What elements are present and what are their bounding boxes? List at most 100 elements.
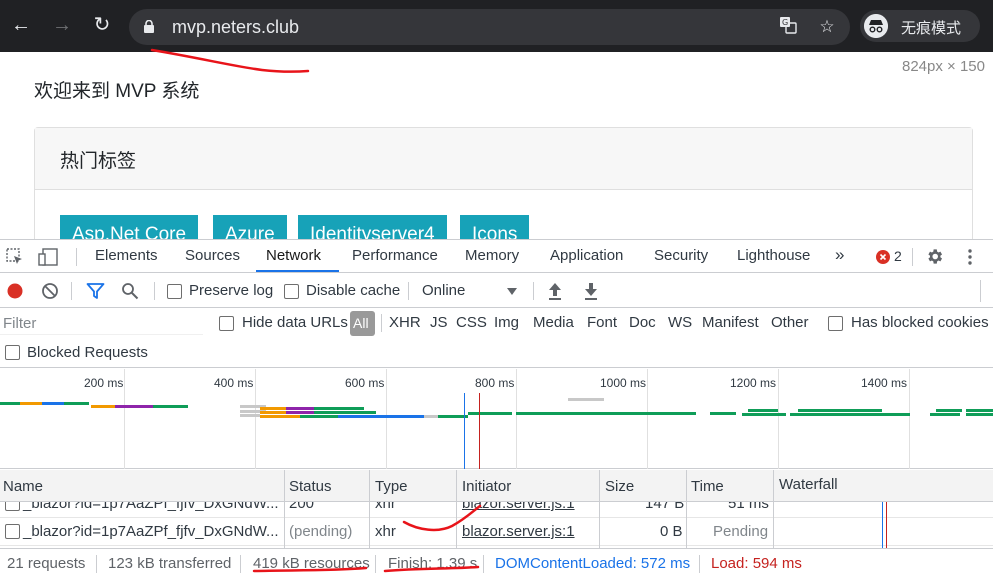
address-bar[interactable]: mvp.neters.club G ☆ <box>129 9 850 45</box>
row-checkbox <box>5 524 20 539</box>
has-blocked-cookies-label: Has blocked cookies <box>851 314 989 331</box>
filter-xhr[interactable]: XHR <box>389 314 421 331</box>
filter-input[interactable]: Filter <box>3 315 36 332</box>
tab-sources[interactable]: Sources <box>185 247 240 264</box>
tab-memory[interactable]: Memory <box>465 247 519 264</box>
tick-label: 400 ms <box>214 376 254 390</box>
request-size: 147 B <box>645 502 685 512</box>
grid-line <box>647 369 648 469</box>
card-header: 热门标签 <box>35 128 972 190</box>
bookmark-star-icon[interactable]: ☆ <box>816 16 838 38</box>
filter-all-button[interactable]: All <box>350 311 375 336</box>
search-icon[interactable] <box>121 282 139 300</box>
forward-icon[interactable]: → <box>49 12 75 38</box>
column-divider[interactable] <box>686 470 687 550</box>
more-tabs-icon[interactable]: » <box>835 245 844 265</box>
waterfall-dcl-line <box>882 502 883 548</box>
hide-data-urls-checkbox[interactable] <box>219 316 234 331</box>
filter-input-box[interactable]: Filter <box>0 311 203 335</box>
table-row[interactable]: _blazor?id=1p7AaZPf_fjfv_DxGNdW... (pend… <box>0 518 993 546</box>
tab-performance[interactable]: Performance <box>352 247 438 264</box>
column-waterfall[interactable]: Waterfall <box>779 476 838 493</box>
request-bar <box>42 402 64 405</box>
request-name[interactable]: _blazor?id=1p7AaZPf_fjfv_DxGNdW... <box>23 502 279 512</box>
column-status[interactable]: Status <box>289 478 332 495</box>
tag-button[interactable]: Azure <box>213 215 287 240</box>
blocked-requests-checkbox[interactable] <box>5 345 20 360</box>
tab-network[interactable]: Network <box>266 247 321 264</box>
requests-table-header: Name Status Type Initiator Size Time Wat… <box>0 470 993 502</box>
filter-ws[interactable]: WS <box>668 314 692 331</box>
request-initiator-link[interactable]: blazor.server.js:1 <box>462 523 575 540</box>
dom-content-loaded-marker <box>464 393 465 469</box>
column-type[interactable]: Type <box>375 478 408 495</box>
network-overview-timeline[interactable]: 200 ms 400 ms 600 ms 800 ms 1000 ms 1200… <box>0 369 993 469</box>
request-bar <box>153 405 188 408</box>
column-divider[interactable] <box>456 470 457 550</box>
filter-doc[interactable]: Doc <box>629 314 656 331</box>
dropdown-caret-icon[interactable] <box>507 288 517 295</box>
import-har-icon[interactable] <box>547 281 563 301</box>
url-text[interactable]: mvp.neters.club <box>172 17 299 38</box>
column-time[interactable]: Time <box>691 478 724 495</box>
tag-button[interactable]: Icons <box>460 215 530 240</box>
page-viewport: 824px × 150 欢迎来到 MVP 系统 热门标签 Asp.Net Cor… <box>0 52 993 240</box>
table-row[interactable]: _blazor?id=1p7AaZPf_fjfv_DxGNdW... 200 x… <box>0 502 993 518</box>
disable-cache-checkbox[interactable] <box>284 284 299 299</box>
filter-css[interactable]: CSS <box>456 314 487 331</box>
settings-gear-icon[interactable] <box>925 247 944 266</box>
request-bar <box>748 409 778 412</box>
has-blocked-cookies-checkbox[interactable] <box>828 316 843 331</box>
tick-label: 1200 ms <box>730 376 777 390</box>
tab-security[interactable]: Security <box>654 247 708 264</box>
clear-icon[interactable] <box>41 282 59 300</box>
back-icon[interactable]: ← <box>8 12 34 38</box>
filter-manifest[interactable]: Manifest <box>702 314 759 331</box>
column-size[interactable]: Size <box>605 478 634 495</box>
filter-js[interactable]: JS <box>430 314 448 331</box>
filter-font[interactable]: Font <box>587 314 617 331</box>
request-bar <box>260 415 300 418</box>
request-bar <box>338 415 424 418</box>
translate-icon[interactable]: G <box>777 16 799 38</box>
column-divider[interactable] <box>599 470 600 550</box>
export-har-icon[interactable] <box>583 281 599 301</box>
tab-elements[interactable]: Elements <box>95 247 158 264</box>
error-icon[interactable] <box>876 250 890 264</box>
finish-time: Finish: 1.39 s <box>388 555 478 572</box>
preserve-log-checkbox[interactable] <box>167 284 182 299</box>
tag-button[interactable]: Identityserver4 <box>298 215 447 240</box>
device-toggle-icon[interactable] <box>38 248 58 266</box>
error-count[interactable]: 2 <box>894 248 902 264</box>
request-initiator-link[interactable]: blazor.server.js:1 <box>462 502 575 512</box>
incognito-indicator[interactable]: 无痕模式 <box>860 10 980 42</box>
filter-img[interactable]: Img <box>494 314 519 331</box>
kebab-menu-icon[interactable] <box>963 248 977 266</box>
tab-lighthouse[interactable]: Lighthouse <box>737 247 810 264</box>
request-name[interactable]: _blazor?id=1p7AaZPf_fjfv_DxGNdW... <box>23 523 279 540</box>
column-divider[interactable] <box>773 470 774 550</box>
devtools-tabs: Elements Sources Network Performance Mem… <box>0 240 993 273</box>
tag-button[interactable]: Asp.Net Core <box>60 215 199 240</box>
grid-line <box>516 369 517 469</box>
welcome-heading: 欢迎来到 MVP 系统 <box>34 81 200 102</box>
column-divider[interactable] <box>369 470 370 550</box>
load-time: Load: 594 ms <box>711 555 802 572</box>
inspect-element-icon[interactable] <box>6 248 24 266</box>
column-initiator[interactable]: Initiator <box>462 478 511 495</box>
record-icon[interactable] <box>6 282 24 300</box>
throttling-select[interactable]: Online <box>422 282 465 299</box>
request-time: Pending <box>713 523 769 540</box>
filter-funnel-icon[interactable] <box>86 282 105 300</box>
blocked-requests-row: Blocked Requests <box>0 338 993 368</box>
requests-table-body: _blazor?id=1p7AaZPf_fjfv_DxGNdW... 200 x… <box>0 502 993 548</box>
filter-media[interactable]: Media <box>533 314 574 331</box>
column-name[interactable]: Name <box>3 478 43 495</box>
tab-application[interactable]: Application <box>550 247 623 264</box>
reload-icon[interactable]: ↻ <box>89 12 115 38</box>
filter-other[interactable]: Other <box>771 314 809 331</box>
dimension-badge: 824px × 150 <box>902 58 985 75</box>
column-divider[interactable] <box>284 470 285 550</box>
grid-line <box>909 369 910 469</box>
request-bar <box>798 409 882 412</box>
